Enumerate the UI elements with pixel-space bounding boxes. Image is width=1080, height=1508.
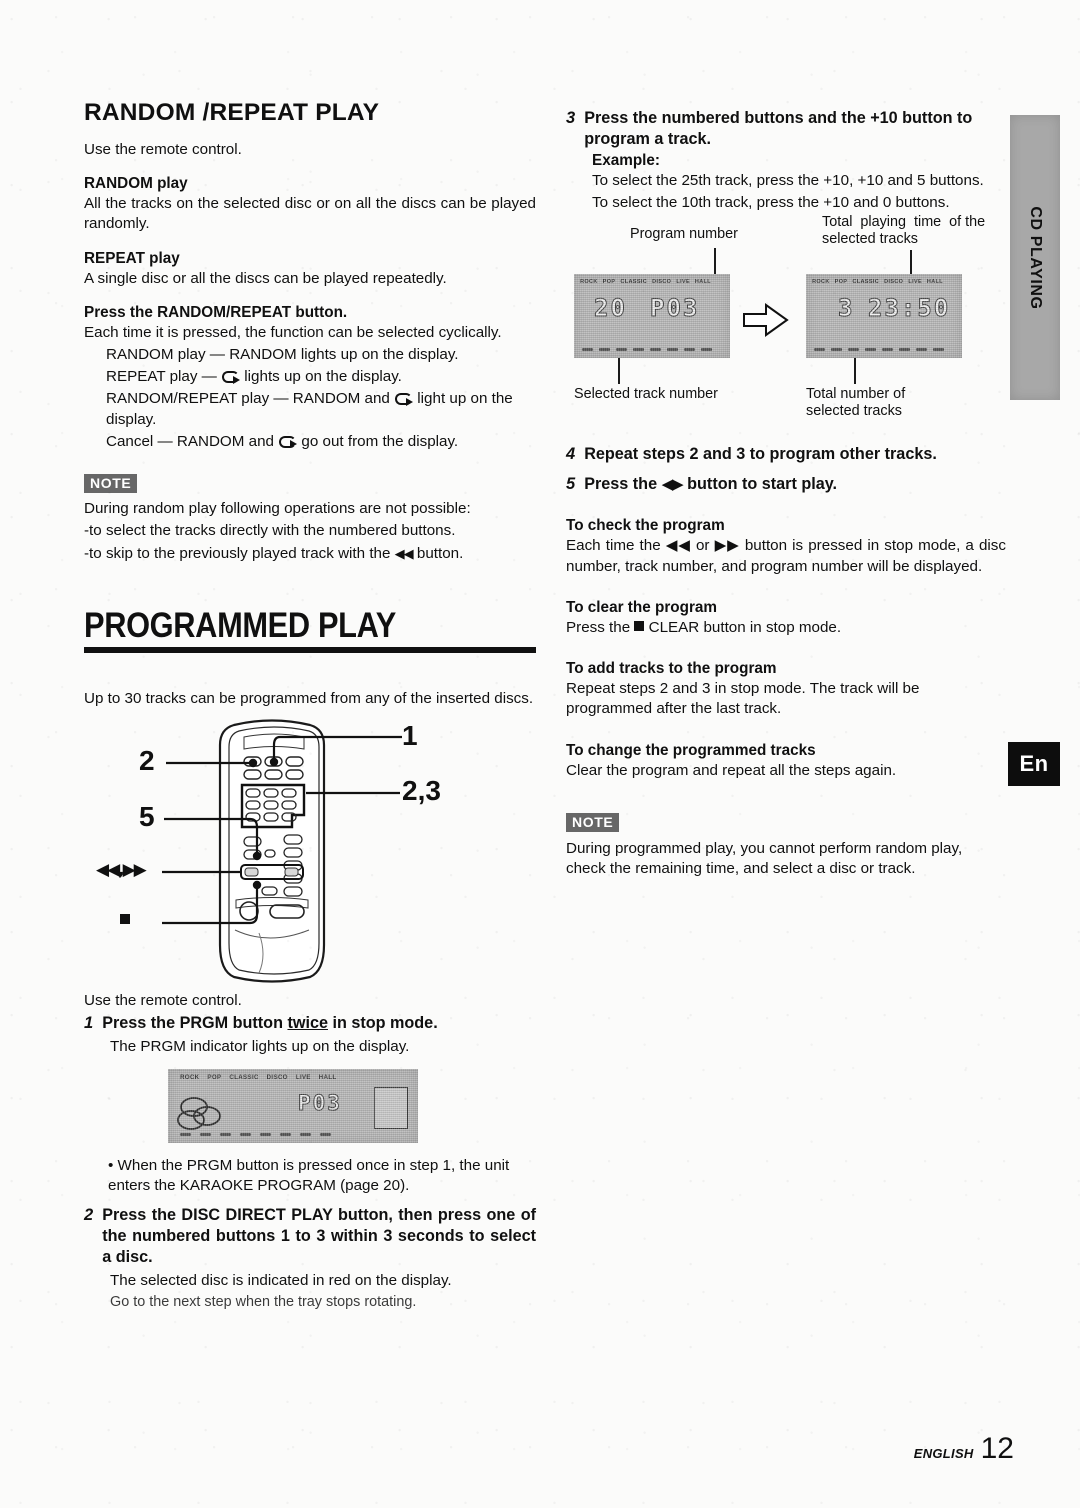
arrow-right-icon — [743, 302, 789, 337]
lcd-left-program-number: P03 — [649, 293, 700, 322]
page-number: 12 — [980, 1432, 1014, 1465]
lcd-right-total-time: 23:50 — [867, 293, 951, 322]
program-display-diagram: Program number Total playing time of the… — [566, 214, 1006, 419]
note-badge: NOTE — [84, 474, 138, 494]
note-badge-right: NOTE — [566, 812, 620, 832]
note-line-2: -to select the tracks directly with the … — [84, 522, 456, 540]
text-clear-program: Press the CLEAR button in stop mode. — [566, 618, 842, 636]
stop-square-icon — [634, 620, 645, 631]
page-title-random-repeat: RANDOM /REPEAT PLAY — [84, 99, 380, 126]
example-heading: Example: — [592, 152, 661, 170]
lcd-right-track-count: 3 — [837, 293, 855, 322]
lcd-display-right: ROCK POP CLASSIC DISCO LIVE HALL 3 23:50 — [806, 273, 962, 358]
play-pause-symbol: ◀▶ — [661, 475, 684, 493]
step-2-number: 2 — [84, 1206, 94, 1225]
callout-stop-button — [120, 911, 130, 928]
leader-line-total-time — [910, 249, 912, 274]
lcd-display-prgm: ROCK POP CLASSIC DISCO LIVE HALL P03 — [168, 1068, 418, 1143]
text-random-play: All the tracks on the selected disc or o… — [84, 195, 536, 233]
lcd-right-eq-labels: ROCK POP CLASSIC DISCO LIVE HALL — [812, 278, 944, 285]
heading-check-program: To check the program — [566, 517, 725, 535]
cycle-item-random-repeat-cont: display. — [106, 410, 157, 428]
remote-control-diagram: 1 2 2,3 5 ◀◀,▶▶ — [84, 715, 536, 987]
heading-repeat-play: REPEAT play — [84, 249, 180, 267]
note-line-1: During random play following operations … — [84, 500, 471, 518]
step-2: 2 Press the DISC DIRECT PLAY button, the… — [84, 1205, 536, 1268]
disc-stack-icon — [177, 1096, 221, 1130]
lcd-display-left: ROCK POP CLASSIC DISCO LIVE HALL 20 P03 — [574, 273, 730, 358]
step-4-number: 4 — [566, 444, 576, 463]
step-4: 4 Repeat steps 2 and 3 to program other … — [566, 444, 1006, 465]
callout-1: 1 — [402, 720, 418, 751]
page-title-programmed-play: PROGRAMMED PLAY — [84, 605, 396, 645]
step-5-text: Press the ◀▶ button to start play. — [584, 475, 838, 493]
step-1: 1 Press the PRGM button twice in stop mo… — [84, 1013, 536, 1034]
step-2-text: Press the DISC DIRECT PLAY button, then … — [102, 1206, 536, 1267]
lcd-right-box — [374, 1086, 408, 1129]
lcd-eq-labels: ROCK POP CLASSIC DISCO LIVE HALL — [180, 1073, 337, 1081]
text-add-tracks: Repeat steps 2 and 3 in stop mode. The t… — [566, 680, 920, 718]
example-line-1: To select the 25th track, press the +10,… — [592, 172, 984, 190]
text-programmed-play-intro: Up to 30 tracks can be programmed from a… — [84, 689, 534, 707]
lcd-left-bars — [582, 347, 712, 351]
text-use-remote-2: Use the remote control. — [84, 992, 242, 1009]
step-4-text: Repeat steps 2 and 3 to program other tr… — [584, 444, 937, 463]
note-text-right: During programmed play, you cannot perfo… — [566, 839, 963, 877]
heading-change-tracks: To change the programmed tracks — [566, 741, 816, 759]
repeat-loop-icon — [221, 370, 241, 384]
side-tab-cd-playing: CD PLAYING — [1010, 115, 1060, 400]
caption-selected-track: Selected track number — [574, 385, 718, 402]
intro-use-remote: Use the remote control. — [84, 140, 242, 158]
lcd-left-eq-labels: ROCK POP CLASSIC DISCO LIVE HALL — [580, 278, 712, 285]
left-column: RANDOM /REPEAT PLAY Use the remote contr… — [84, 99, 536, 1314]
side-tab-label: CD PLAYING — [1027, 205, 1044, 310]
example-line-2: To select the 10th track, press the +10 … — [592, 194, 950, 212]
heading-random-play: RANDOM play — [84, 175, 188, 193]
caption-total-tracks: Total number of selected tracks — [806, 385, 906, 420]
step-5: 5 Press the ◀▶ button to start play. — [566, 474, 1006, 495]
step-2-sub-1: The selected disc is indicated in red on… — [110, 1271, 452, 1289]
bullet-karaoke: • When the PRGM button is pressed once i… — [108, 1156, 510, 1195]
cycle-item-random-repeat: RANDOM/REPEAT play — RANDOM and light up… — [106, 390, 513, 408]
callout-5: 5 — [139, 801, 155, 832]
cycle-item-repeat: REPEAT play — lights up on the display. — [106, 368, 402, 386]
note-line-3: -to skip to the previously played track … — [84, 544, 464, 562]
caption-total-time: Total playing time of the selected track… — [822, 213, 986, 248]
step-3-number: 3 — [566, 109, 576, 127]
step-1-text: Press the PRGM button twice in stop mode… — [102, 1014, 438, 1033]
right-column: 3 Press the numbered buttons and the +10… — [566, 108, 1006, 881]
step-1-sub: The PRGM indicator lights up on the disp… — [110, 1037, 410, 1055]
lcd-right-bars — [814, 347, 944, 351]
callout-2: 2 — [139, 745, 155, 776]
language-badge-label: En — [1019, 751, 1049, 776]
step-3: 3 Press the numbered buttons and the +10… — [566, 108, 1006, 150]
step-3-text: Press the numbered buttons and the +10 b… — [584, 109, 973, 149]
footer: ENGLISH 12 — [914, 1432, 1014, 1466]
lcd-main-digits: P03 — [298, 1090, 342, 1115]
repeat-loop-icon — [278, 435, 298, 449]
repeat-loop-icon — [394, 392, 414, 406]
callout-skip-buttons: ◀◀,▶▶ — [96, 860, 147, 880]
callout-2-3: 2,3 — [402, 775, 441, 806]
heading-press-random-repeat-button: Press the RANDOM/REPEAT button. — [84, 303, 348, 321]
cycle-item-random: RANDOM play — RANDOM lights up on the di… — [106, 346, 459, 364]
step-1-number: 1 — [84, 1014, 94, 1033]
leader-line-total-tracks — [854, 357, 856, 384]
text-press-cyclically: Each time it is pressed, the function ca… — [84, 323, 502, 341]
text-change-tracks: Clear the program and repeat all the ste… — [566, 761, 897, 779]
lcd-segment-bars — [180, 1132, 331, 1136]
leader-line-selected-track — [618, 357, 620, 384]
language-badge: En — [1008, 742, 1060, 786]
heading-clear-program: To clear the program — [566, 598, 718, 616]
lcd-left-track-number: 20 — [594, 293, 627, 322]
caption-program-number: Program number — [630, 225, 738, 242]
step-2-sub-2: Go to the next step when the tray stops … — [110, 1293, 417, 1310]
footer-language: ENGLISH — [913, 1446, 974, 1461]
text-check-program: Each time the ◀◀ or ▶▶ button is pressed… — [566, 537, 1006, 575]
cycle-item-cancel: Cancel — RANDOM and go out from the disp… — [106, 432, 459, 450]
heading-add-tracks: To add tracks to the program — [566, 660, 777, 678]
text-repeat-play: A single disc or all the discs can be pl… — [84, 269, 447, 287]
leader-line-program-number — [714, 247, 716, 274]
step-5-number: 5 — [566, 475, 576, 493]
